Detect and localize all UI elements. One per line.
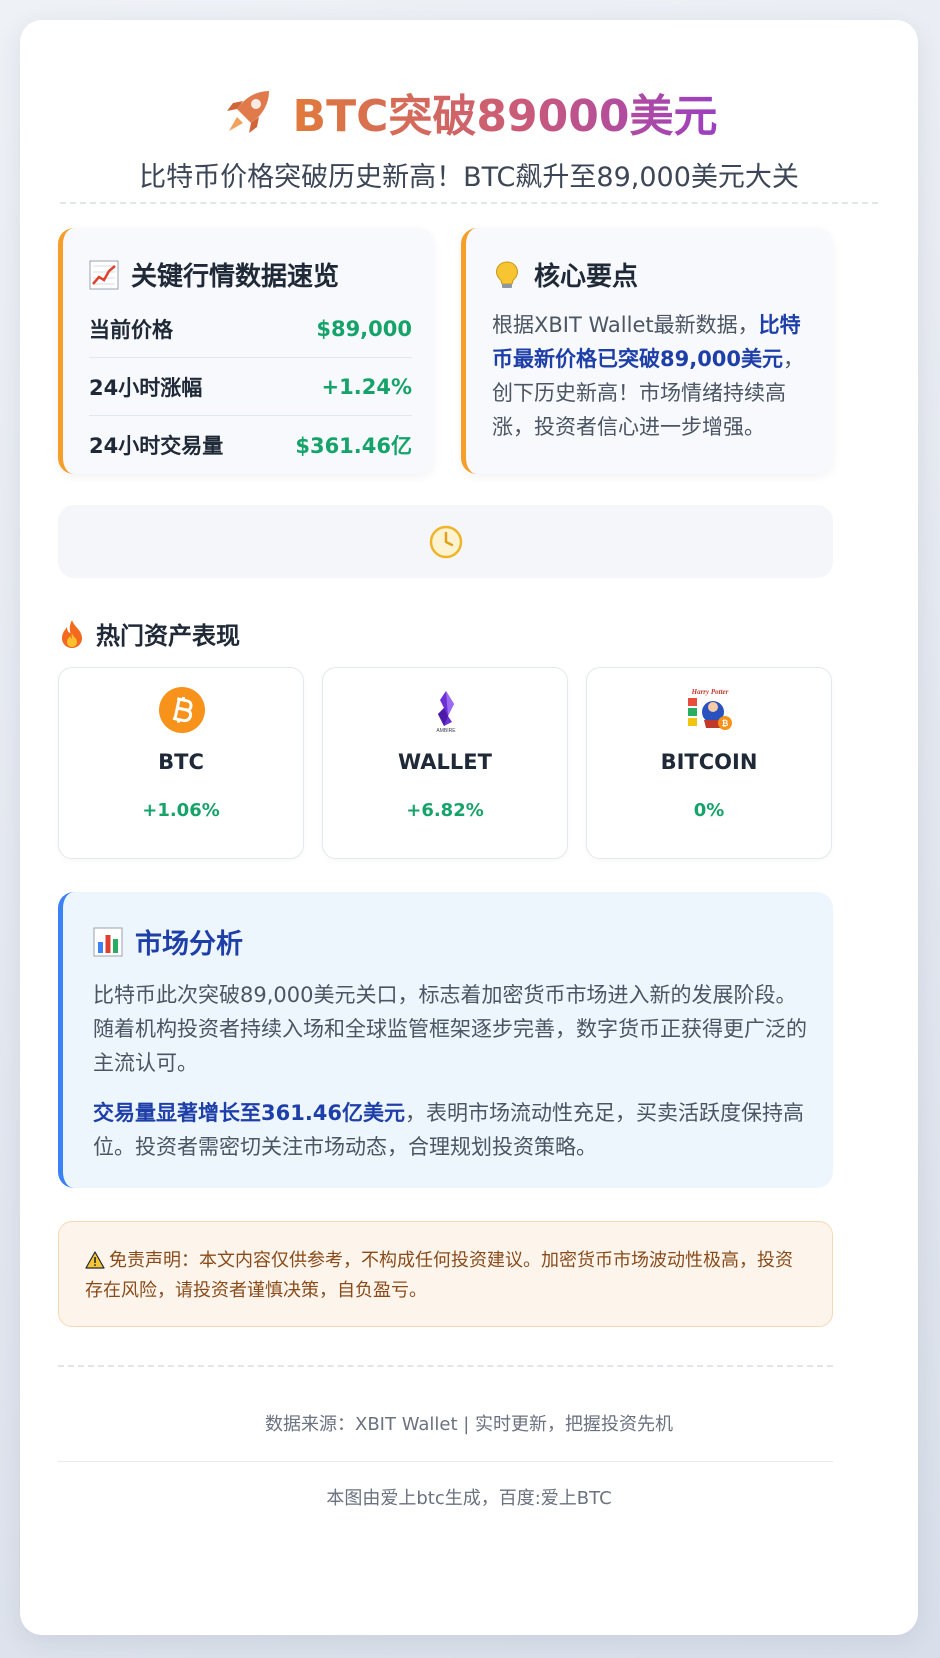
market-analysis-heading: 市场分析 (93, 922, 243, 961)
hot-assets-title: 热门资产表现 (96, 622, 240, 650)
core-text-start: 根据XBIT Wallet最新数据， (492, 313, 759, 337)
bar-chart-icon (93, 927, 123, 956)
asset-card-wallet[interactable]: AMBIRE WALLET +6.82% (322, 667, 568, 859)
market-analysis-panel: 市场分析 比特币此次突破89,000美元关口，标志着加密货币市场进入新的发展阶段… (58, 892, 833, 1188)
stat-label: 24小时涨幅 (89, 375, 203, 400)
market-data-title: 关键行情数据速览 (131, 262, 340, 292)
page-title: BTC突破89000美元 (293, 80, 718, 144)
rocket-icon (226, 91, 269, 133)
core-points-title: 核心要点 (534, 262, 639, 292)
disclaimer-box: 免责声明：本文内容仅供参考，不构成任何投资建议。加密货币市场波动性极高，投资存在… (58, 1221, 833, 1327)
stat-label: 24小时交易量 (89, 434, 224, 458)
meme-coin-logo-icon: Harry Potter ₿ (686, 686, 734, 734)
fire-icon (62, 619, 82, 648)
chart-increasing-icon (89, 260, 119, 289)
data-source-text: 数据来源：XBIT Wallet | 实时更新，把握投资先机 (264, 1414, 674, 1435)
market-data-heading: 关键行情数据速览 (89, 256, 339, 293)
hot-assets-heading: 热门资产表现 (58, 616, 240, 651)
bitcoin-logo-icon (159, 687, 205, 733)
asset-name: BTC (158, 750, 204, 774)
time-bar (58, 505, 833, 578)
stat-label: 当前价格 (89, 317, 173, 342)
stat-row-change: 24小时涨幅 +1.24% (89, 358, 412, 416)
stat-row-price: 当前价格 $89,000 (89, 300, 412, 358)
divider (60, 202, 878, 204)
analysis-highlight: 交易量显著增长至361.46亿美元 (93, 1101, 406, 1125)
disclaimer-text: 免责声明：本文内容仅供参考，不构成任何投资建议。加密货币市场波动性极高，投资存在… (85, 1250, 793, 1301)
warning-icon (85, 1251, 105, 1269)
market-data-panel: 关键行情数据速览 当前价格 $89,000 24小时涨幅 +1.24% 24小时… (58, 228, 434, 474)
lightbulb-icon (495, 260, 519, 288)
asset-card-btc[interactable]: BTC +1.06% (58, 667, 304, 859)
analysis-paragraph-2: 交易量显著增长至361.46亿美元，表明市场流动性充足，买卖活跃度保持高位。投资… (93, 1096, 807, 1164)
stat-value: $361.46亿 (295, 434, 412, 458)
stat-value: +1.24% (321, 374, 412, 399)
clock-icon (429, 525, 462, 558)
divider (58, 1461, 833, 1462)
core-points-text: 根据XBIT Wallet最新数据，比特币最新价格已突破89,000美元，创下历… (492, 308, 807, 444)
asset-card-bitcoin[interactable]: Harry Potter ₿ BITCOIN 0% (586, 667, 832, 859)
stat-value: $89,000 (316, 316, 412, 341)
asset-change: +6.82% (406, 800, 484, 821)
core-points-heading: 核心要点 (492, 256, 638, 293)
svg-text:₿: ₿ (722, 719, 729, 728)
stat-row-volume: 24小时交易量 $361.46亿 (89, 416, 412, 474)
main-card: BTC突破89000美元 比特币价格突破历史新高！BTC飙升至89,000美元大… (20, 20, 918, 1635)
asset-name: BITCOIN (660, 750, 758, 774)
page-subtitle: 比特币价格突破历史新高！BTC飙升至89,000美元大关 (139, 162, 799, 193)
core-points-panel: 核心要点 根据XBIT Wallet最新数据，比特币最新价格已突破89,000美… (461, 228, 833, 474)
ambire-logo-text: AMBIRE (436, 728, 456, 734)
asset-name: WALLET (398, 750, 492, 774)
analysis-paragraph-1: 比特币此次突破89,000美元关口，标志着加密货币市场进入新的发展阶段。随着机构… (93, 983, 807, 1075)
meme-logo-text: Harry Potter (691, 688, 729, 696)
ambire-logo-icon: AMBIRE (436, 691, 456, 734)
title-row: BTC突破89000美元 (20, 80, 918, 144)
asset-change: +1.06% (142, 800, 220, 821)
asset-change: 0% (693, 800, 725, 821)
divider (58, 1365, 833, 1367)
footer-credit: 本图由爱上btc生成，百度:爱上BTC (326, 1488, 612, 1509)
market-analysis-title: 市场分析 (135, 929, 243, 960)
